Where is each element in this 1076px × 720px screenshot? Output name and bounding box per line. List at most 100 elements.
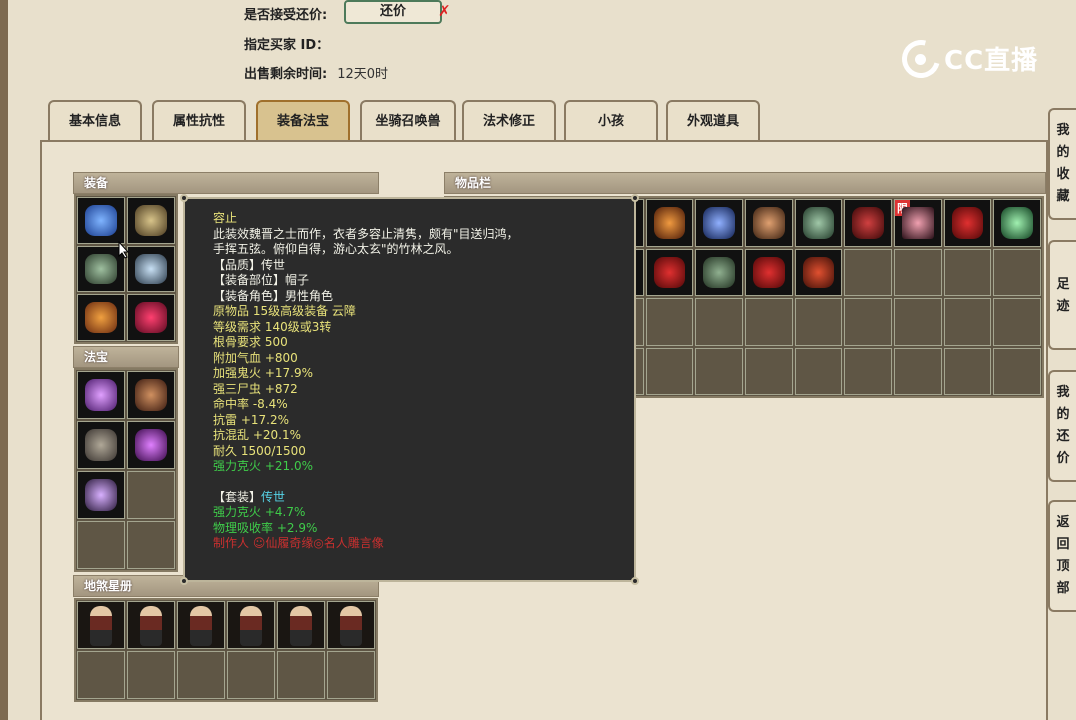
equipment-header: 装备 bbox=[73, 172, 379, 194]
star-general-slot[interactable] bbox=[127, 601, 175, 649]
tab-mounts-pets[interactable]: 坐骑召唤兽 bbox=[360, 100, 456, 140]
treasure-slot[interactable] bbox=[127, 421, 175, 469]
left-border bbox=[0, 0, 8, 720]
inventory-slot[interactable] bbox=[794, 199, 843, 247]
item-level-req: 等级需求 140级或3转 bbox=[213, 319, 332, 334]
item-set-stat: 物理吸收率 +2.9% bbox=[213, 520, 318, 535]
inventory-slot[interactable] bbox=[993, 199, 1041, 247]
inventory-slot[interactable] bbox=[794, 298, 843, 346]
treasure-slot[interactable] bbox=[77, 421, 125, 469]
footprints-button[interactable]: 足迹 bbox=[1048, 240, 1076, 350]
item-role: 【装备角色】男性角色 bbox=[213, 288, 334, 303]
equipment-slot[interactable] bbox=[127, 197, 175, 244]
item-stat: 命中率 -8.4% bbox=[213, 397, 288, 411]
star-book-grid bbox=[74, 598, 378, 702]
item-quality: 【品质】传世 bbox=[213, 257, 286, 272]
inventory-slot[interactable] bbox=[844, 199, 892, 247]
star-general-slot[interactable] bbox=[177, 651, 225, 699]
star-general-slot[interactable] bbox=[77, 601, 125, 649]
inventory-slot[interactable] bbox=[844, 298, 892, 346]
equipment-slot[interactable] bbox=[127, 245, 175, 293]
tab-equipment[interactable]: 装备法宝 bbox=[256, 100, 350, 140]
inventory-slot[interactable] bbox=[645, 347, 694, 395]
item-stat: 抗雷 +17.2% bbox=[213, 412, 289, 427]
counter-offer-button[interactable]: 还价 bbox=[344, 0, 442, 24]
tab-spell-mods[interactable]: 法术修正 bbox=[462, 100, 556, 140]
item-name: 容止 bbox=[213, 211, 238, 225]
item-stat: 耐久 1500/1500 bbox=[213, 443, 306, 458]
tab-children[interactable]: 小孩 bbox=[564, 100, 658, 140]
equipment-slot[interactable] bbox=[77, 197, 125, 244]
my-favorites-button[interactable]: 我的收藏 bbox=[1048, 108, 1076, 220]
item-stat: 加强鬼火 +17.9% bbox=[213, 366, 313, 380]
treasure-slot[interactable] bbox=[127, 471, 175, 519]
treasure-slot[interactable] bbox=[127, 521, 175, 569]
treasure-slot[interactable] bbox=[77, 521, 125, 569]
back-to-top-button[interactable]: 返回顶部 bbox=[1048, 500, 1076, 612]
inventory-slot[interactable] bbox=[894, 298, 942, 346]
star-general-slot[interactable] bbox=[227, 601, 275, 649]
inventory-slot[interactable] bbox=[645, 199, 694, 247]
item-original: 原物品 15级高级装备 云障 bbox=[213, 304, 356, 318]
treasure-slot[interactable] bbox=[77, 471, 125, 519]
inventory-slot[interactable] bbox=[794, 248, 843, 296]
mouse-cursor-icon bbox=[118, 241, 130, 259]
item-special-stat: 强力克火 +21.0% bbox=[213, 459, 313, 473]
inventory-slot[interactable] bbox=[695, 248, 743, 296]
inventory-slot[interactable] bbox=[894, 347, 942, 395]
item-stat: 强三尸虫 +872 bbox=[213, 381, 298, 396]
inventory-slot[interactable] bbox=[844, 347, 892, 395]
star-general-slot[interactable] bbox=[327, 601, 375, 649]
inventory-slot[interactable] bbox=[695, 298, 743, 346]
inventory-slot[interactable] bbox=[695, 199, 743, 247]
inventory-slot[interactable] bbox=[943, 199, 992, 247]
my-counter-offers-button[interactable]: 我的还价 bbox=[1048, 370, 1076, 482]
inventory-slot[interactable] bbox=[943, 248, 992, 296]
inventory-slot[interactable] bbox=[745, 298, 793, 346]
buyer-id-row: 指定买家 ID： bbox=[244, 34, 339, 53]
equipment-slot[interactable] bbox=[77, 294, 125, 341]
tab-attributes[interactable]: 属性抗性 bbox=[152, 100, 246, 140]
inventory-slot[interactable] bbox=[943, 298, 992, 346]
inventory-slot[interactable] bbox=[943, 347, 992, 395]
tab-appearance[interactable]: 外观道具 bbox=[666, 100, 760, 140]
star-general-slot[interactable] bbox=[277, 601, 325, 649]
inventory-slot[interactable] bbox=[745, 347, 793, 395]
accept-counter-label: 是否接受还价: bbox=[244, 8, 328, 23]
back-to-top-label: 返回顶部 bbox=[1056, 515, 1070, 596]
inventory-slot[interactable] bbox=[993, 347, 1041, 395]
inventory-slot[interactable] bbox=[745, 248, 793, 296]
tab-basic-info[interactable]: 基本信息 bbox=[48, 100, 142, 140]
treasure-slot[interactable] bbox=[127, 371, 175, 419]
star-general-slot[interactable] bbox=[77, 651, 125, 699]
item-tooltip: 容止 此装效魏晋之士而作，衣者多容止清隽，颇有"目送归鸿，手挥五弦。俯仰自得，游… bbox=[180, 194, 639, 585]
remaining-time-label: 出售剩余时间: bbox=[244, 67, 328, 82]
treasure-slot[interactable] bbox=[77, 371, 125, 419]
footprints-label: 足迹 bbox=[1056, 277, 1070, 314]
item-stat: 附加气血 +800 bbox=[213, 350, 298, 365]
item-description: 此装效魏晋之士而作，衣者多容止清隽，颇有"目送归鸿，手挥五弦。俯仰自得，游心太玄… bbox=[213, 226, 519, 257]
star-general-slot[interactable] bbox=[327, 651, 375, 699]
item-bone-req: 根骨要求 500 bbox=[213, 335, 288, 349]
equipment-slot[interactable] bbox=[127, 294, 175, 341]
cc-live-logo: CC直播 bbox=[895, 33, 1042, 85]
remaining-time-value: 12天0时 bbox=[337, 67, 389, 82]
inventory-slot[interactable] bbox=[993, 248, 1041, 296]
inventory-slot[interactable] bbox=[645, 248, 694, 296]
inventory-slot[interactable] bbox=[844, 248, 892, 296]
inventory-slot[interactable] bbox=[894, 248, 942, 296]
star-general-slot[interactable] bbox=[277, 651, 325, 699]
inventory-slot[interactable] bbox=[745, 199, 793, 247]
inventory-slot[interactable]: 限 bbox=[894, 199, 942, 247]
star-general-slot[interactable] bbox=[177, 601, 225, 649]
inventory-slot[interactable] bbox=[645, 298, 694, 346]
magic-treasure-grid bbox=[74, 368, 178, 572]
inventory-slot[interactable] bbox=[695, 347, 743, 395]
item-set-row: 【套装】传世 bbox=[213, 490, 610, 506]
star-general-slot[interactable] bbox=[127, 651, 175, 699]
inventory-slot[interactable] bbox=[794, 347, 843, 395]
inventory-slot[interactable] bbox=[993, 298, 1041, 346]
star-general-slot[interactable] bbox=[227, 651, 275, 699]
magic-treasure-header: 法宝 bbox=[73, 346, 179, 368]
item-set-label: 【套装】 bbox=[213, 489, 262, 504]
